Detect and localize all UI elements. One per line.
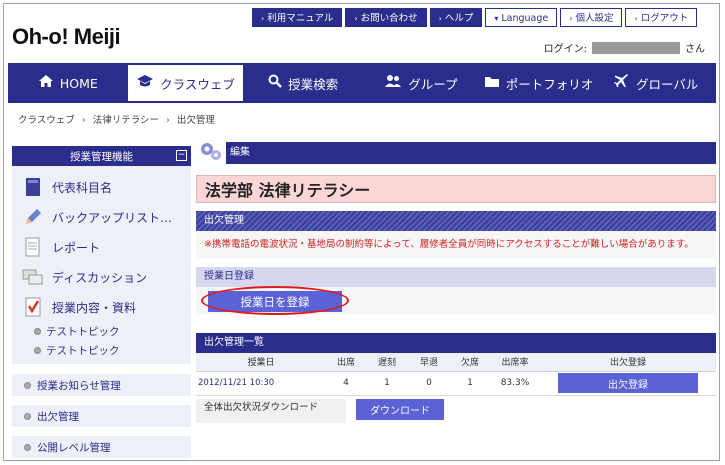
mortarboard-icon (136, 74, 154, 92)
help-link[interactable]: › ヘルプ (429, 8, 483, 27)
class-date-link[interactable]: 2012/11/21 10:30 (196, 371, 326, 396)
sidebar-item-discussion[interactable]: ディスカッション (12, 262, 191, 292)
download-row: 全体出欠状況ダウンロード ダウンロード (196, 398, 716, 423)
present-count: 4 (326, 371, 366, 396)
sidebar-link-notices[interactable]: 授業お知らせ管理 (12, 374, 191, 396)
download-button[interactable]: ダウンロード (356, 398, 444, 420)
attendance-rate: 83.3% (490, 371, 540, 396)
sidebar-item-backup-list[interactable]: バックアップリスト… (12, 202, 191, 232)
username-redacted (592, 41, 680, 54)
gear-icon (196, 138, 226, 164)
column-header: 出席 (326, 353, 366, 372)
sidebar-item-course-name[interactable]: 代表科目名 (12, 172, 191, 202)
column-header: 早退 (408, 353, 450, 372)
people-icon (384, 74, 402, 92)
early-leave-count: 0 (408, 371, 450, 396)
nav-home[interactable]: HOME (10, 65, 126, 101)
nav-classweb[interactable]: クラスウェブ (127, 65, 244, 101)
bullet-icon (34, 328, 41, 335)
sidebar-link-attendance[interactable]: 出欠管理 (12, 405, 191, 427)
breadcrumb-separator: › (166, 115, 170, 126)
table-header-row: 授業日 出席 遅刻 早退 欠席 出席率 出欠登録 (196, 353, 716, 372)
late-count: 1 (366, 371, 408, 396)
main-content: 編集 法学部 法律リテラシー 出欠管理 ※携帯電話の電波状況・基地局の制約等によ… (196, 138, 716, 423)
breadcrumb-item[interactable]: クラスウェブ (18, 115, 75, 126)
column-header: 遅刻 (366, 353, 408, 372)
plane-icon (614, 73, 630, 93)
main-nav: HOME クラスウェブ 授業検索 グループ ポートフォリオ グローバル (8, 63, 716, 103)
download-label: 全体出欠状況ダウンロード (196, 398, 346, 423)
bullet-icon (34, 347, 41, 354)
edit-label: 編集 (226, 142, 716, 164)
settings-link[interactable]: › 個人設定 (560, 8, 623, 27)
section-header-register: 授業日登録 (196, 267, 716, 287)
column-header: 出席率 (490, 353, 540, 372)
attendance-action-cell: 出欠登録 (540, 371, 716, 396)
document-icon (22, 236, 44, 258)
nav-portfolio[interactable]: ポートフォリオ (481, 65, 597, 101)
login-info: ログイン: さん (544, 40, 705, 55)
sidebar-item-materials[interactable]: 授業内容・資料 (12, 292, 191, 322)
sidebar-subitem-topic[interactable]: テストトピック (12, 322, 191, 341)
sidebar-subitem-topic[interactable]: テストトピック (12, 341, 191, 360)
register-date-button[interactable]: 授業日を登録 (208, 291, 342, 312)
column-header: 出欠登録 (540, 353, 716, 372)
collapse-toggle-icon[interactable]: − (176, 150, 187, 161)
section-header-attendance: 出欠管理 (196, 211, 716, 231)
breadcrumb-separator: › (81, 115, 86, 126)
notebook-icon (22, 296, 44, 318)
absent-count: 1 (450, 371, 490, 396)
column-header: 授業日 (196, 353, 326, 372)
warning-message: ※携帯電話の電波状況・基地局の制約等によって、履修者全員が同時にアクセスすること… (196, 231, 716, 259)
home-icon (38, 74, 54, 92)
edit-header: 編集 (196, 138, 716, 164)
bullet-icon (24, 443, 31, 451)
utility-links: › 利用マニュアル › お問い合わせ › ヘルプ ▾ Language › 個人設定 › ロ… (252, 8, 698, 27)
section-header-list: 出欠管理一覧 (196, 333, 716, 353)
contact-link[interactable]: › お問い合わせ (345, 8, 427, 27)
nav-global[interactable]: グローバル (598, 65, 714, 101)
sidebar-item-report[interactable]: レポート (12, 232, 191, 262)
nav-group[interactable]: グループ (363, 65, 479, 101)
login-suffix: さん (685, 44, 705, 55)
column-header: 欠席 (450, 353, 490, 372)
breadcrumb-item[interactable]: 法律リテラシー (93, 115, 159, 126)
folder-icon (484, 75, 500, 92)
search-icon (268, 74, 283, 92)
book-icon (22, 176, 44, 198)
sidebar-header: 授業管理機能 − (12, 146, 191, 166)
course-title: 法学部 法律リテラシー (196, 175, 716, 203)
register-panel: 授業日を登録 (196, 286, 716, 315)
nav-course-search[interactable]: 授業検索 (245, 65, 361, 101)
sidebar-link-visibility[interactable]: 公開レベル管理 (12, 436, 191, 458)
table-row: 2012/11/21 10:30 4 1 0 1 83.3% 出欠登録 (196, 371, 716, 396)
sidebar: 授業管理機能 − 代表科目名 バックアップリスト… レポート ディスカッション (12, 146, 191, 458)
breadcrumb-item: 出欠管理 (176, 115, 215, 126)
site-logo[interactable]: Oh-o! Meiji (12, 24, 121, 50)
pencil-icon (22, 206, 44, 228)
language-dropdown[interactable]: ▾ Language (485, 8, 558, 27)
bullet-icon (24, 412, 31, 420)
bullet-icon (24, 381, 31, 389)
attendance-table: 授業日 出席 遅刻 早退 欠席 出席率 出欠登録 2012/11/21 10:3… (196, 353, 716, 396)
breadcrumb: クラスウェブ › 法律リテラシー › 出欠管理 (18, 112, 215, 126)
attendance-register-button[interactable]: 出欠登録 (558, 373, 698, 393)
logout-link[interactable]: › ログアウト (625, 8, 698, 27)
browser-frame: Oh-o! Meiji › 利用マニュアル › お問い合わせ › ヘルプ ▾ Langu… (3, 3, 720, 461)
sidebar-menu: 代表科目名 バックアップリスト… レポート ディスカッション 授業内容・資料 テ… (12, 166, 191, 364)
discussion-icon (22, 266, 44, 288)
manual-link[interactable]: › 利用マニュアル (252, 8, 343, 27)
login-label: ログイン: (543, 44, 587, 55)
